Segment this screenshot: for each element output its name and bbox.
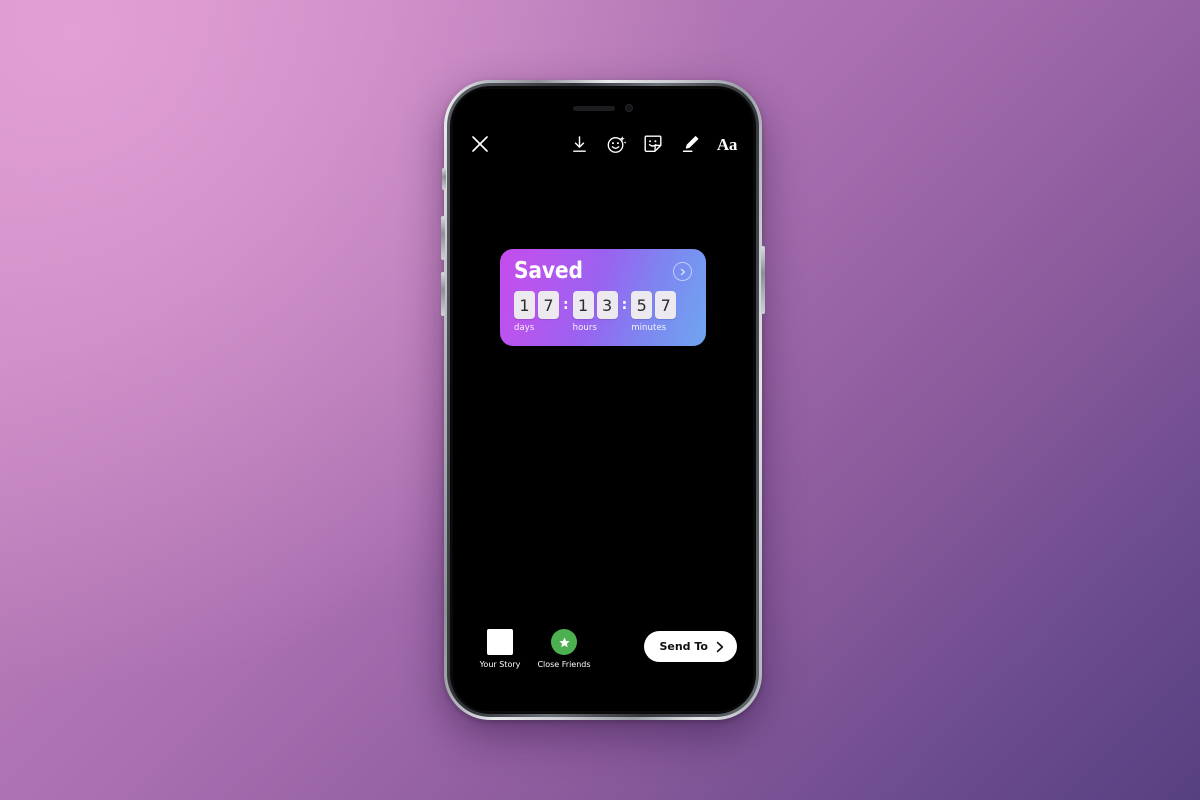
- countdown-tiles-days: 1 7: [514, 291, 559, 319]
- countdown-sticker-container[interactable]: Saved 1 7 days: 1 3 hours: 5 7 minutes: [500, 249, 706, 346]
- story-editor-toolbar: Aa: [453, 127, 753, 161]
- download-icon[interactable]: [567, 132, 591, 156]
- green-star-icon: [551, 629, 577, 655]
- countdown-digit: 3: [596, 291, 618, 319]
- destination-your-story[interactable]: Your Story: [469, 629, 531, 669]
- effects-face-icon[interactable]: [604, 132, 628, 156]
- send-to-button[interactable]: Send To: [644, 631, 737, 662]
- countdown-tiles-hours: 1 3: [572, 291, 618, 319]
- text-tool-label: Aa: [716, 134, 738, 154]
- countdown-digit: 1: [572, 291, 594, 319]
- phone-screen: Aa Saved 1 7 days: 1 3 hours: 5 7 minu…: [453, 89, 753, 711]
- countdown-unit-minutes: 5 7 minutes: [631, 291, 677, 333]
- countdown-digit: 1: [514, 291, 535, 319]
- countdown-sticker-header: Saved: [514, 260, 692, 283]
- power-button[interactable]: [761, 246, 765, 314]
- countdown-sticker[interactable]: Saved 1 7 days: 1 3 hours: 5 7 minutes: [500, 249, 706, 346]
- countdown-separator: :: [563, 297, 569, 313]
- countdown-separator: :: [621, 297, 628, 313]
- countdown-unit-label: minutes: [631, 323, 667, 333]
- countdown-digit: 7: [655, 291, 677, 319]
- chevron-right-icon: [716, 641, 724, 652]
- countdown-digit: 7: [538, 291, 559, 319]
- volume-up-button[interactable]: [441, 216, 445, 260]
- toolbar-tools: Aa: [567, 132, 739, 156]
- countdown-unit-hours: 1 3 hours: [572, 291, 618, 333]
- sticker-icon[interactable]: [641, 132, 665, 156]
- volume-down-button[interactable]: [441, 272, 445, 316]
- send-to-label: Send To: [659, 640, 708, 653]
- text-aa-icon[interactable]: Aa: [715, 132, 739, 156]
- silent-switch-button[interactable]: [442, 168, 446, 190]
- countdown-digit: 5: [631, 291, 653, 319]
- story-share-bar: Your Story Close Friends Send To: [453, 629, 753, 685]
- story-thumbnail-icon: [487, 629, 513, 655]
- draw-pen-icon[interactable]: [678, 132, 702, 156]
- earpiece-speaker-icon: [573, 105, 615, 111]
- front-camera-icon: [625, 104, 633, 112]
- countdown-tiles-minutes: 5 7: [631, 291, 677, 319]
- chevron-right-circle-icon[interactable]: [673, 262, 692, 281]
- countdown-unit-label: hours: [572, 323, 598, 333]
- destination-label: Your Story: [479, 660, 521, 669]
- close-icon[interactable]: [467, 131, 493, 157]
- page-background: Aa Saved 1 7 days: 1 3 hours: 5 7 minu…: [0, 0, 1200, 800]
- destination-close-friends[interactable]: Close Friends: [533, 629, 595, 669]
- countdown-unit-label: days: [514, 323, 535, 333]
- countdown-unit-days: 1 7 days: [514, 291, 559, 333]
- countdown-title: Saved: [514, 258, 583, 284]
- countdown-digits-row: 1 7 days : 1 3 hours: 5 7 minutes: [514, 291, 692, 333]
- phone-mockup: Aa Saved 1 7 days: 1 3 hours: 5 7 minu…: [441, 80, 765, 720]
- phone-top-hardware: [453, 103, 753, 113]
- destination-label: Close Friends: [537, 660, 591, 669]
